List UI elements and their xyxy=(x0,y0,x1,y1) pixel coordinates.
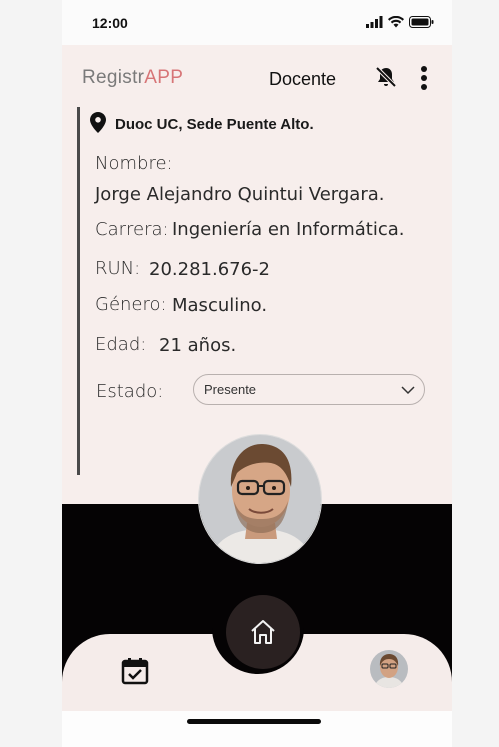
home-indicator[interactable] xyxy=(187,719,321,724)
gesture-area xyxy=(62,711,452,747)
profile-photo-image xyxy=(199,435,321,563)
name-value: Jorge Alejandro Quintui Vergara. xyxy=(95,184,385,205)
status-select[interactable]: Presente xyxy=(193,374,425,405)
age-label: Edad: xyxy=(95,334,147,355)
calendar-check-icon[interactable] xyxy=(121,657,149,685)
name-label: Nombre: xyxy=(95,153,173,174)
home-button[interactable] xyxy=(226,595,300,669)
logo-text-part2: APP xyxy=(144,67,184,88)
status-time: 12:00 xyxy=(92,15,128,31)
career-label: Carrera: xyxy=(95,219,169,240)
age-value: 21 años. xyxy=(159,335,237,356)
status-bar: 12:00 xyxy=(62,0,452,45)
run-label: RUN: xyxy=(95,258,141,279)
role-title: Docente xyxy=(269,69,337,89)
user-avatar[interactable] xyxy=(370,650,408,688)
battery-icon xyxy=(409,16,434,28)
user-avatar-image xyxy=(370,650,408,688)
home-icon xyxy=(251,620,275,644)
profile-card: Duoc UC, Sede Puente Alto. Nombre: Jorge… xyxy=(77,107,437,475)
app-header: RegistrAPP Docente xyxy=(62,45,452,107)
gender-value: Masculino. xyxy=(172,295,268,316)
profile-photo xyxy=(198,434,322,564)
map-pin-icon xyxy=(90,112,106,133)
status-label: Estado: xyxy=(96,381,164,402)
status-select-value: Presente xyxy=(204,382,257,397)
gender-label: Género: xyxy=(95,294,167,315)
signal-icon xyxy=(366,16,383,28)
location-text: Duoc UC, Sede Puente Alto. xyxy=(115,116,314,133)
bell-off-icon[interactable] xyxy=(374,65,398,89)
status-icons xyxy=(366,16,434,28)
run-value: 20.281.676-2 xyxy=(149,259,271,280)
wifi-icon xyxy=(388,16,404,28)
chevron-down-icon xyxy=(401,386,415,395)
career-value: Ingeniería en Informática. xyxy=(172,219,405,240)
more-vertical-icon[interactable] xyxy=(419,66,429,90)
logo-text-part1: Registr xyxy=(82,67,145,88)
app-logo: RegistrAPP xyxy=(82,67,183,89)
phone-screen: 12:00 RegistrAPP Docente Duoc UC, Sede P… xyxy=(62,0,452,747)
